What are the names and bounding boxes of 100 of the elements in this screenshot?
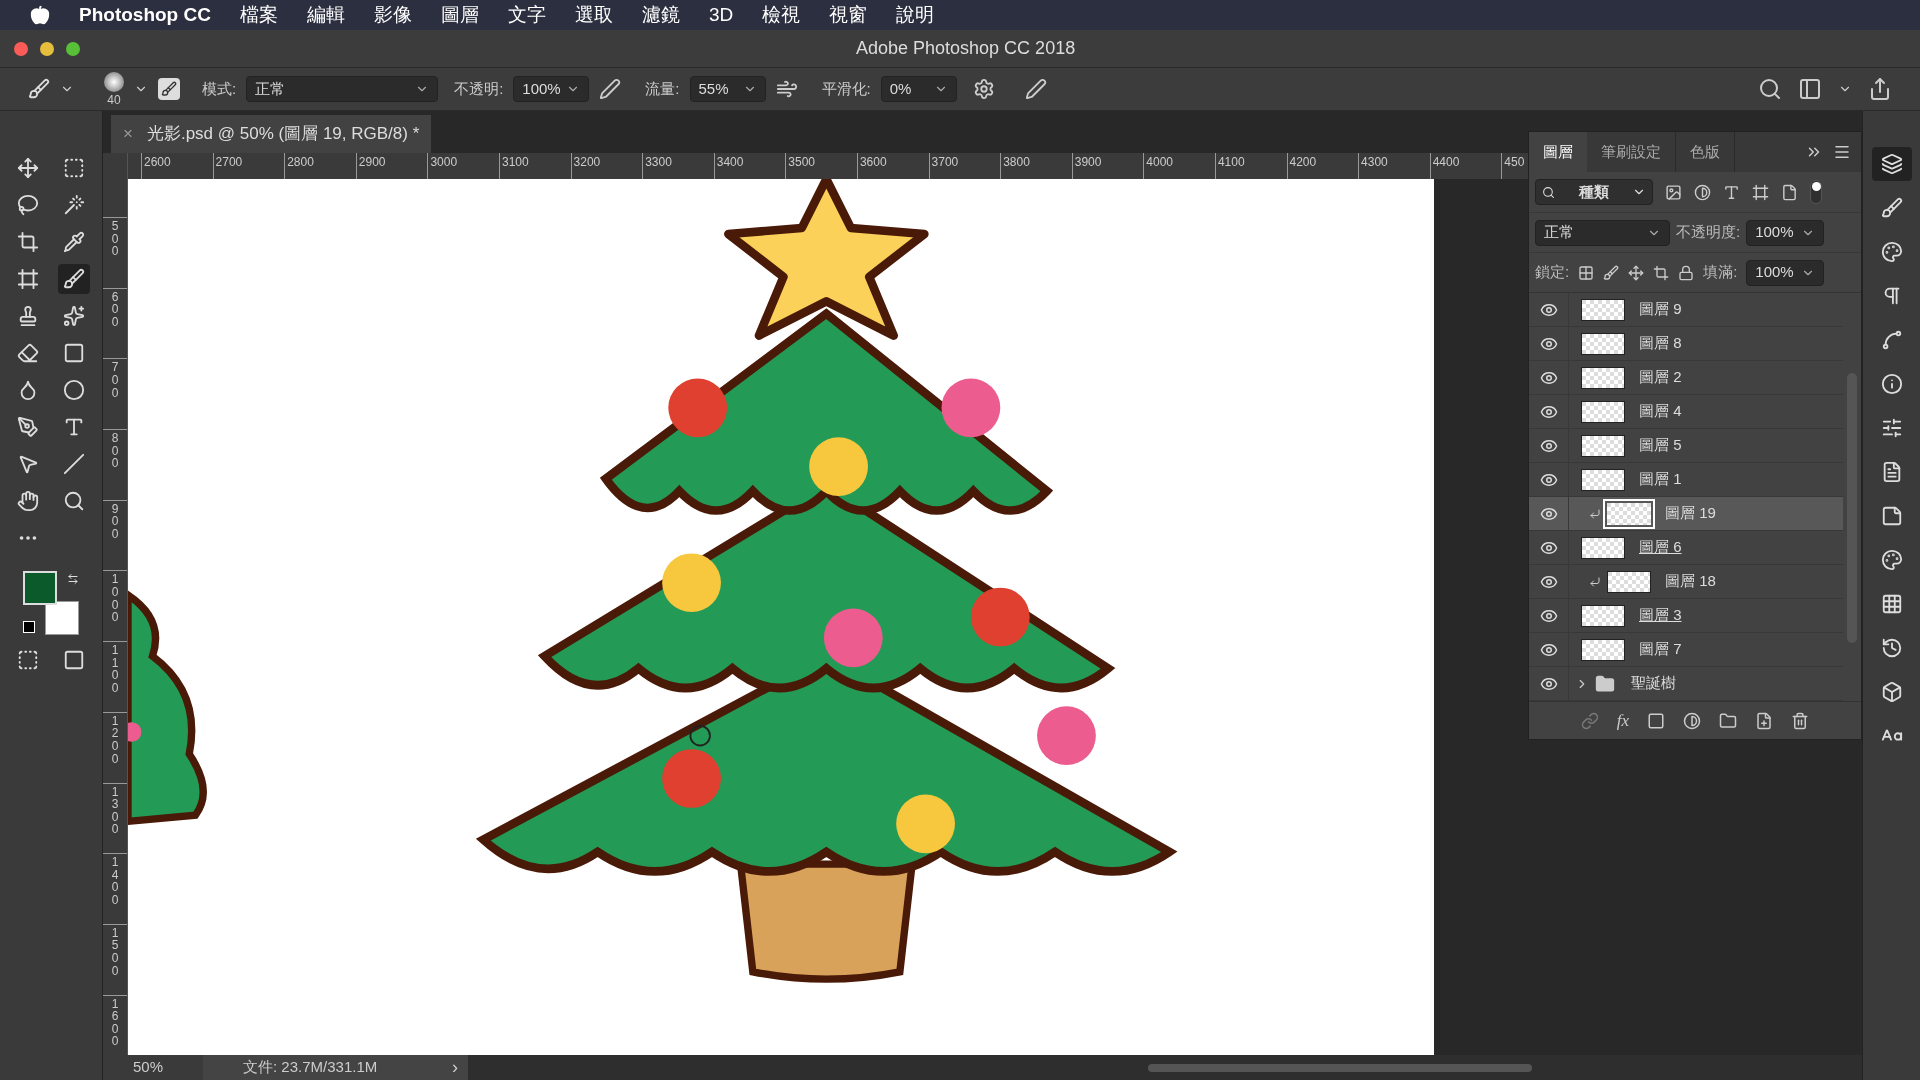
lock-artboard-icon[interactable]: [1653, 264, 1670, 281]
fx-icon[interactable]: fx: [1616, 707, 1630, 734]
panel-menu-icon[interactable]: [1833, 143, 1851, 161]
settings-icon[interactable]: [972, 78, 995, 100]
ruler-label: 2600: [143, 154, 171, 171]
layer-thumbnail: [1581, 434, 1625, 457]
workspace-icon[interactable]: [1798, 77, 1822, 101]
smoothing-field[interactable]: 0%: [880, 76, 957, 102]
quick-mask-icon[interactable]: [17, 649, 39, 671]
share-icon[interactable]: [1868, 77, 1892, 101]
ruler-label: 4400: [1431, 154, 1460, 171]
document-info[interactable]: 文件: 23.7M/331.1M ›: [203, 1055, 468, 1080]
lock-transparency-icon[interactable]: [1578, 264, 1595, 281]
filter-toggle[interactable]: [1810, 180, 1822, 204]
document-tab[interactable]: × 光影.psd @ 50% (圖層 19, RGB/8) *: [111, 115, 432, 153]
menu-item[interactable]: 編輯: [306, 0, 345, 30]
clipping-arrow-icon: [1589, 575, 1601, 588]
layer-row[interactable]: 圖層 7: [1529, 633, 1843, 667]
ruler-label: 1200: [111, 714, 119, 768]
layer-row[interactable]: 圖層 5: [1529, 429, 1843, 463]
panel-tab[interactable]: 筆刷設定: [1587, 132, 1676, 172]
screen-mode-icon[interactable]: [63, 649, 85, 671]
lock-pixels-icon[interactable]: [1603, 264, 1620, 281]
layer-opacity-field[interactable]: 100%: [1746, 219, 1825, 246]
menu-item[interactable]: 檢視: [762, 0, 801, 30]
layer-thumbnail: [1581, 536, 1625, 559]
panel-tab[interactable]: 圖層: [1529, 132, 1587, 172]
folder-icon: [1595, 673, 1615, 694]
airbrush-icon[interactable]: [775, 78, 798, 100]
foreground-color-swatch[interactable]: [23, 571, 57, 605]
layer-row[interactable]: 圖層 9: [1529, 293, 1843, 327]
new-layer-icon[interactable]: [1755, 711, 1774, 730]
new-group-icon[interactable]: [1719, 711, 1738, 730]
shape-filter-icon[interactable]: [1752, 183, 1769, 201]
brush-icon[interactable]: [58, 264, 90, 294]
menu-item[interactable]: 濾鏡: [641, 0, 680, 30]
brush-panel-icon[interactable]: [158, 78, 180, 100]
layer-row[interactable]: 圖層 3: [1529, 599, 1843, 633]
search-icon[interactable]: [1758, 77, 1782, 101]
search-icon: [1542, 185, 1555, 199]
ruler-label: 2700: [214, 154, 243, 171]
layer-row[interactable]: 圖層 18: [1529, 565, 1843, 599]
layer-name: 聖誕樹: [1631, 673, 1676, 694]
pressure-size-icon[interactable]: [1024, 78, 1047, 100]
menu-item[interactable]: 圖層: [440, 0, 479, 30]
flow-field[interactable]: 55%: [689, 76, 766, 102]
apple-icon[interactable]: [30, 5, 50, 25]
panel-tab[interactable]: 色版: [1676, 132, 1735, 172]
layer-row[interactable]: 圖層 6: [1529, 531, 1843, 565]
menu-item[interactable]: 檔案: [239, 0, 278, 30]
mode-dropdown[interactable]: 正常: [246, 76, 439, 102]
zoom-level[interactable]: 50%: [103, 1056, 203, 1079]
ruler-label: 900: [111, 502, 119, 543]
scrollbar-thumb[interactable]: [1148, 1063, 1532, 1072]
brush-tip-icon[interactable]: [104, 72, 124, 92]
smart-object-filter-icon[interactable]: [1781, 183, 1798, 201]
mask-icon[interactable]: [1647, 711, 1666, 730]
opacity-label: 不透明度:: [1676, 222, 1741, 243]
layer-row[interactable]: 圖層 8: [1529, 327, 1843, 361]
default-colors-icon[interactable]: [23, 621, 35, 633]
lock-position-icon[interactable]: [1628, 264, 1645, 281]
menu-item[interactable]: 視窗: [829, 0, 868, 30]
opacity-field[interactable]: 100%: [513, 76, 590, 102]
delete-icon[interactable]: [1791, 711, 1810, 730]
blend-mode-dropdown[interactable]: 正常: [1535, 219, 1670, 246]
adjustment-filter-icon[interactable]: [1694, 183, 1711, 201]
pressure-opacity-icon[interactable]: [599, 78, 622, 100]
type-filter-icon[interactable]: [1723, 183, 1740, 201]
minimize-window-button[interactable]: [40, 41, 54, 56]
ruler-label: 4100: [1216, 154, 1245, 171]
ruler-label: 1500: [111, 926, 119, 980]
filter-dropdown[interactable]: 種類: [1535, 179, 1653, 205]
layers-icon[interactable]: [1871, 147, 1912, 181]
menu-item[interactable]: 說明: [896, 0, 935, 30]
ruler-label: 4200: [1288, 154, 1317, 171]
brush-icon[interactable]: [28, 78, 50, 100]
horizontal-scrollbar[interactable]: [468, 1055, 1862, 1080]
close-window-button[interactable]: [14, 41, 28, 56]
layer-thumbnail: [1581, 332, 1625, 355]
ruler-label: 800: [111, 432, 119, 473]
layer-row[interactable]: 圖層 4: [1529, 395, 1843, 429]
image-filter-icon[interactable]: [1665, 183, 1682, 201]
layer-name: 圖層 7: [1639, 639, 1682, 660]
zoom-window-button[interactable]: [66, 41, 80, 56]
ruler-label: 3400: [715, 154, 744, 171]
menu-item[interactable]: 文字: [507, 0, 546, 30]
layer-row[interactable]: 圖層 2: [1529, 361, 1843, 395]
swap-colors-icon[interactable]: [67, 573, 79, 585]
lock-all-icon[interactable]: [1678, 264, 1695, 281]
menu-item[interactable]: 3D: [708, 0, 734, 30]
background-color-swatch[interactable]: [45, 601, 79, 635]
ruler-label: 1000: [111, 573, 119, 627]
layer-row[interactable]: 圖層 19: [1529, 497, 1843, 531]
menu-item[interactable]: 影像: [373, 0, 412, 30]
adjustment-layer-icon[interactable]: [1683, 711, 1702, 730]
fill-field[interactable]: 100%: [1746, 259, 1825, 286]
menu-item[interactable]: 選取: [574, 0, 613, 30]
window-title: Adobe Photoshop CC 2018: [856, 37, 1076, 60]
app-name[interactable]: Photoshop CC: [79, 0, 211, 30]
close-tab-icon[interactable]: ×: [123, 121, 133, 147]
